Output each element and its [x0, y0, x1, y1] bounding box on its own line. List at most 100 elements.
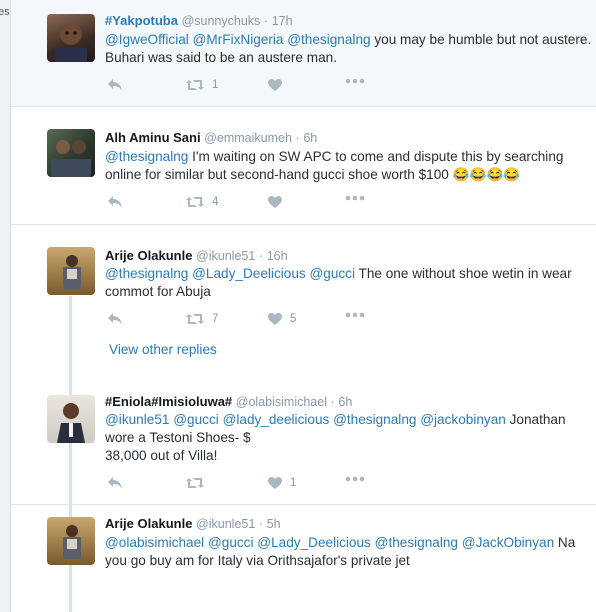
timestamp[interactable]: 17h [272, 14, 293, 28]
view-other-replies-link[interactable]: View other replies [109, 342, 217, 357]
mention-link[interactable]: @thesignalng [105, 149, 188, 164]
emoji: 😂😂😂😂 [448, 167, 521, 182]
mention-link[interactable]: @gucci [309, 266, 355, 281]
tweet-actions: 1 [105, 78, 385, 96]
mention-link[interactable]: @gucci [208, 535, 254, 550]
mention-link[interactable]: @olabisimichael [105, 535, 204, 550]
reply-button[interactable] [107, 78, 123, 92]
timestamp[interactable]: 6h [338, 395, 352, 409]
tweet-feed: #Yakpotuba @sunnychuks · 17h @IgweOffici… [11, 0, 596, 612]
more-button[interactable] [345, 78, 365, 84]
tweet-header: Arije Olakunle @ikunle51 · 16h [105, 248, 288, 264]
like-button[interactable]: 5 [267, 312, 296, 326]
retweet-count: 1 [212, 79, 219, 91]
user-handle[interactable]: @olabisimichael [236, 395, 327, 409]
more-icon [345, 312, 365, 318]
like-button[interactable] [267, 78, 283, 92]
more-button[interactable] [345, 312, 365, 318]
display-name[interactable]: #Yakpotuba [105, 13, 178, 28]
heart-icon [267, 195, 283, 209]
tweet-header: Alh Aminu Sani @emmaikumeh · 6h [105, 130, 317, 146]
user-handle[interactable]: @emmaikumeh [204, 131, 292, 145]
tweet-text: @thesignalng I'm waiting on SW APC to co… [105, 148, 593, 184]
retweet-icon [185, 78, 205, 92]
like-count: 1 [290, 477, 297, 489]
mention-link[interactable]: @thesignalng [287, 32, 370, 47]
avatar[interactable] [47, 395, 95, 443]
tweet-text: @ikunle51 @gucci @lady_deelicious @thesi… [105, 411, 593, 465]
tweet-text: @olabisimichael @gucci @Lady_Deelicious … [105, 534, 593, 570]
heart-icon [267, 312, 283, 326]
separator-dot: · [295, 131, 300, 145]
timestamp[interactable]: 5h [267, 517, 281, 531]
display-name[interactable]: Arije Olakunle [105, 516, 192, 531]
heart-icon [267, 78, 283, 92]
more-button[interactable] [345, 195, 365, 201]
mention-link[interactable]: @Lady_Deelicious [257, 535, 371, 550]
edge-label: es [0, 6, 10, 18]
tweet[interactable]: Arije Olakunle @ikunle51 · 16h @thesigna… [11, 225, 596, 365]
like-count: 5 [290, 313, 297, 325]
reply-icon [107, 195, 123, 209]
user-handle[interactable]: @ikunle51 [196, 249, 255, 263]
heart-icon [267, 476, 283, 490]
mention-link[interactable]: @jackobinyan [420, 412, 506, 427]
reply-icon [107, 312, 123, 326]
separator-dot: · [258, 517, 264, 531]
more-button[interactable] [345, 476, 365, 482]
mention-link[interactable]: @MrFixNigeria [193, 32, 284, 47]
mention-link[interactable]: @thesignalng [333, 412, 416, 427]
left-edge-panel: es [0, 0, 11, 612]
avatar[interactable] [47, 129, 95, 177]
reply-button[interactable] [107, 195, 123, 209]
tweet[interactable]: #Yakpotuba @sunnychuks · 17h @IgweOffici… [11, 0, 596, 106]
retweet-count: 7 [212, 313, 219, 325]
tweet-header: Arije Olakunle @ikunle51 · 5h [105, 516, 281, 532]
like-button[interactable] [267, 195, 283, 209]
display-name[interactable]: #Eniola#Imisioluwa# [105, 394, 232, 409]
avatar[interactable] [47, 517, 95, 565]
mention-link[interactable]: @gucci [173, 412, 219, 427]
retweet-button[interactable]: 1 [185, 78, 218, 92]
mention-link[interactable]: @ikunle51 [105, 412, 169, 427]
retweet-icon [185, 476, 205, 490]
separator-dot: · [263, 14, 269, 28]
mention-link[interactable]: @lady_deelicious [223, 412, 330, 427]
display-name[interactable]: Alh Aminu Sani [105, 130, 201, 145]
tweet[interactable]: Arije Olakunle @ikunle51 · 5h @olabisimi… [11, 505, 596, 612]
like-button[interactable]: 1 [267, 476, 296, 490]
reply-button[interactable] [107, 476, 123, 490]
mention-link[interactable]: @IgweOfficial [105, 32, 189, 47]
tweet-actions: 4 [105, 195, 385, 213]
avatar[interactable] [47, 247, 95, 295]
retweet-button[interactable]: 7 [185, 312, 218, 326]
tweet[interactable]: Alh Aminu Sani @emmaikumeh · 6h @thesign… [11, 107, 596, 224]
tweet-actions: 75 [105, 312, 385, 330]
more-icon [345, 195, 365, 201]
timestamp[interactable]: 6h [303, 131, 317, 145]
mention-link[interactable]: @thesignalng [375, 535, 458, 550]
user-handle[interactable]: @ikunle51 [196, 517, 255, 531]
retweet-button[interactable] [185, 476, 205, 490]
reply-button[interactable] [107, 312, 123, 326]
mention-link[interactable]: @Lady_Deelicious [192, 266, 306, 281]
reply-icon [107, 78, 123, 92]
more-icon [345, 78, 365, 84]
tweet-text: @thesignalng @Lady_Deelicious @gucci The… [105, 265, 593, 301]
retweet-icon [185, 195, 205, 209]
tweet[interactable]: #Eniola#Imisioluwa# @olabisimichael · 6h… [11, 365, 596, 509]
retweet-icon [185, 312, 205, 326]
retweet-button[interactable]: 4 [185, 195, 218, 209]
user-handle[interactable]: @sunnychuks [182, 14, 261, 28]
avatar[interactable] [47, 14, 95, 62]
more-icon [345, 476, 365, 482]
separator-dot: · [258, 249, 264, 263]
timestamp[interactable]: 16h [267, 249, 288, 263]
retweet-count: 4 [212, 196, 219, 208]
mention-link[interactable]: @thesignalng [105, 266, 188, 281]
tweet-text: @IgweOfficial @MrFixNigeria @thesignalng… [105, 31, 593, 67]
tweet-text-segment: 38,000 out of Villa! [105, 448, 218, 463]
mention-link[interactable]: @JackObinyan [462, 535, 554, 550]
tweet-header: #Eniola#Imisioluwa# @olabisimichael · 6h [105, 394, 352, 410]
display-name[interactable]: Arije Olakunle [105, 248, 192, 263]
